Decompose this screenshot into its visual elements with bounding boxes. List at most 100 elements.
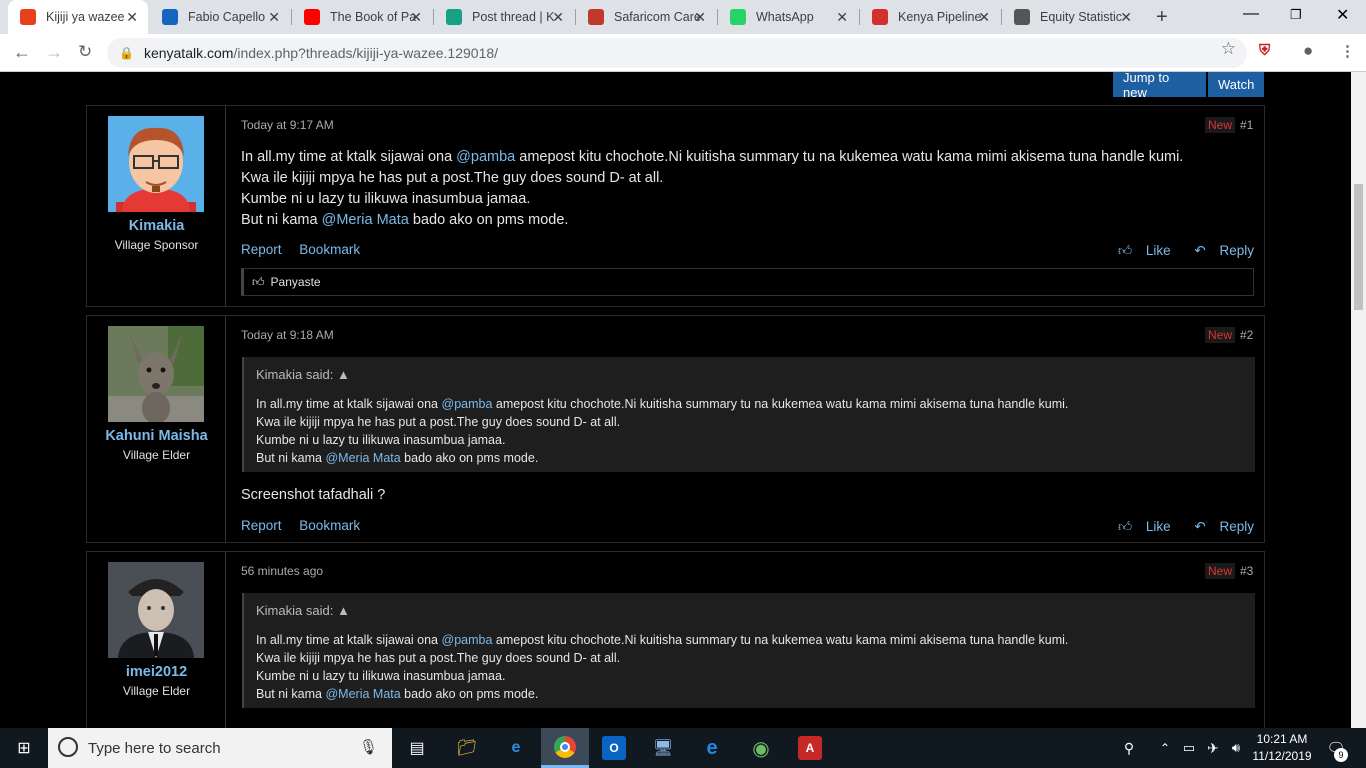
expand-quote-icon[interactable]: ▲ bbox=[337, 367, 350, 382]
user-mention-link[interactable]: @Meria Mata bbox=[322, 212, 409, 228]
browser-tab[interactable]: Safaricom Care ✕ bbox=[576, 0, 716, 34]
chrome-icon[interactable] bbox=[541, 728, 589, 768]
battery-icon[interactable]: ▭ bbox=[1177, 736, 1201, 760]
tab-separator bbox=[291, 9, 292, 25]
tab-close-icon[interactable]: ✕ bbox=[694, 9, 706, 26]
task-view-icon[interactable]: ▤ bbox=[405, 736, 429, 760]
maximize-button[interactable]: ❐ bbox=[1290, 7, 1302, 23]
reply-arrow-icon: ↶ bbox=[1194, 243, 1206, 258]
watch-button[interactable]: Watch bbox=[1208, 72, 1264, 97]
microphone-icon[interactable]: 🎙︎ bbox=[359, 738, 378, 756]
bookmark-star-icon[interactable]: ☆ bbox=[1221, 39, 1236, 59]
post-number[interactable]: #2 bbox=[1240, 328, 1253, 342]
post-reactions: 👍︎ Like ↶ Reply bbox=[1098, 242, 1254, 259]
user-title: Village Sponsor bbox=[114, 238, 199, 252]
post-time[interactable]: Today at 9:18 AM bbox=[241, 328, 334, 342]
edge-icon[interactable]: e bbox=[700, 736, 724, 760]
whatsapp-icon bbox=[730, 9, 746, 25]
volume-icon[interactable]: 🔊︎ bbox=[1224, 736, 1248, 760]
tab-close-icon[interactable]: ✕ bbox=[552, 9, 564, 26]
user-mention-link[interactable]: @pamba bbox=[442, 397, 493, 411]
user-mention-link[interactable]: @pamba bbox=[456, 149, 515, 165]
bookmark-link[interactable]: Bookmark bbox=[299, 518, 360, 533]
post-time[interactable]: 56 minutes ago bbox=[241, 564, 323, 578]
reply-button[interactable]: ↶ Reply bbox=[1184, 519, 1254, 534]
airplane-mode-icon[interactable]: ✈︎ bbox=[1201, 736, 1225, 760]
tab-close-icon[interactable]: ✕ bbox=[978, 9, 990, 26]
post-time[interactable]: Today at 9:17 AM bbox=[241, 118, 334, 132]
browser-tab[interactable]: Kijiji ya wazee ✕ bbox=[8, 0, 148, 34]
like-button[interactable]: 👍︎ Like bbox=[1108, 243, 1171, 258]
report-link[interactable]: Report bbox=[241, 242, 282, 257]
reply-button[interactable]: ↶ Reply bbox=[1184, 243, 1254, 258]
tab-close-icon[interactable]: ✕ bbox=[126, 9, 138, 26]
avatar[interactable] bbox=[108, 326, 204, 422]
chevron-up-icon[interactable]: ⌃ bbox=[1153, 736, 1177, 760]
url-field[interactable]: 🔒 kenyatalk.com/index.php?threads/kijiji… bbox=[107, 38, 1247, 68]
forward-icon[interactable]: → bbox=[45, 42, 63, 63]
outlook-icon[interactable]: O bbox=[602, 736, 626, 760]
expand-quote-icon[interactable]: ▲ bbox=[337, 603, 350, 618]
new-badge: New bbox=[1205, 563, 1236, 579]
remote-desktop-icon[interactable]: 🖥︎ bbox=[651, 736, 675, 760]
address-bar-row: ← → ↻ 🔒 kenyatalk.com/index.php?threads/… bbox=[0, 34, 1366, 72]
new-tab-button[interactable]: + bbox=[1156, 6, 1168, 29]
tab-close-icon[interactable]: ✕ bbox=[268, 9, 280, 26]
profile-icon[interactable]: ● bbox=[1303, 41, 1313, 61]
quote-header[interactable]: Kimakia said: ▲ bbox=[256, 367, 350, 382]
post-number[interactable]: #3 bbox=[1240, 564, 1253, 578]
liked-by-user[interactable]: Panyaste bbox=[271, 275, 321, 289]
scrollbar-thumb[interactable] bbox=[1354, 184, 1363, 310]
post-body: Screenshot tafadhali ? bbox=[241, 487, 386, 503]
tab-separator bbox=[717, 9, 718, 25]
page-scrollbar[interactable] bbox=[1351, 72, 1366, 728]
minimize-button[interactable]: — bbox=[1243, 5, 1259, 23]
globe-icon[interactable]: ◉ bbox=[749, 736, 773, 760]
menu-dots-icon[interactable]: ⋮ bbox=[1340, 42, 1355, 60]
tab-close-icon[interactable]: ✕ bbox=[410, 9, 422, 26]
taskbar-search-input[interactable]: Type here to search 🎙︎ bbox=[48, 728, 392, 768]
browser-tab[interactable]: Post thread | K ✕ bbox=[434, 0, 574, 34]
browser-tab[interactable]: Equity Statistic ✕ bbox=[1002, 0, 1142, 34]
browser-tab[interactable]: Kenya Pipeline ✕ bbox=[860, 0, 1000, 34]
shield-extension-icon[interactable]: ⛨ bbox=[1259, 42, 1270, 59]
search-circle-icon bbox=[58, 737, 78, 757]
text-line: But ni kama @Meria Mata bado ako on pms … bbox=[241, 212, 569, 228]
user-mention-link[interactable]: @Meria Mata bbox=[325, 451, 400, 465]
internet-explorer-icon[interactable]: e bbox=[504, 736, 528, 760]
like-button[interactable]: 👍︎ Like bbox=[1108, 519, 1171, 534]
close-window-button[interactable]: ✕ bbox=[1336, 5, 1349, 25]
kenyatalk-k-icon bbox=[446, 9, 462, 25]
post-number[interactable]: #1 bbox=[1240, 118, 1253, 132]
browser-tab[interactable]: WhatsApp ✕ bbox=[718, 0, 858, 34]
report-link[interactable]: Report bbox=[241, 518, 282, 533]
acrobat-icon[interactable]: A bbox=[798, 736, 822, 760]
file-explorer-icon[interactable]: 📁︎ bbox=[455, 736, 479, 760]
username[interactable]: imei2012 bbox=[87, 664, 226, 680]
bookmark-link[interactable]: Bookmark bbox=[299, 242, 360, 257]
jump-to-new-button[interactable]: Jump to new bbox=[1113, 72, 1206, 100]
taskbar-clock[interactable]: 10:21 AM 11/12/2019 bbox=[1252, 731, 1312, 765]
browser-tab-strip: Kijiji ya wazee ✕ Fabio Capello ✕ The Book o… bbox=[0, 0, 1366, 34]
user-mention-link[interactable]: @pamba bbox=[442, 633, 493, 647]
card-icon bbox=[1014, 9, 1030, 25]
windows-start-icon[interactable]: ⊞ bbox=[12, 736, 36, 760]
browser-tab[interactable]: Fabio Capello ✕ bbox=[150, 0, 290, 34]
lock-icon: 🔒 bbox=[119, 46, 134, 60]
tab-close-icon[interactable]: ✕ bbox=[1120, 9, 1132, 26]
username[interactable]: Kahuni Maisha bbox=[87, 428, 226, 444]
username[interactable]: Kimakia bbox=[87, 218, 226, 234]
people-icon[interactable]: ⚲ bbox=[1117, 736, 1141, 760]
quote-header[interactable]: Kimakia said: ▲ bbox=[256, 603, 350, 618]
avatar[interactable] bbox=[108, 562, 204, 658]
tab-close-icon[interactable]: ✕ bbox=[836, 9, 848, 26]
user-mention-link[interactable]: @Meria Mata bbox=[325, 687, 400, 701]
reload-icon[interactable]: ↻ bbox=[78, 42, 92, 62]
user-title: Village Elder bbox=[122, 684, 191, 698]
avatar[interactable] bbox=[108, 116, 204, 212]
new-badge: New bbox=[1205, 327, 1236, 343]
text-line: But ni kama @Meria Mata bado ako on pms … bbox=[256, 687, 539, 701]
post-actions: Report Bookmark bbox=[241, 242, 374, 257]
browser-tab[interactable]: The Book of Pa ✕ bbox=[292, 0, 432, 34]
back-icon[interactable]: ← bbox=[13, 42, 31, 63]
